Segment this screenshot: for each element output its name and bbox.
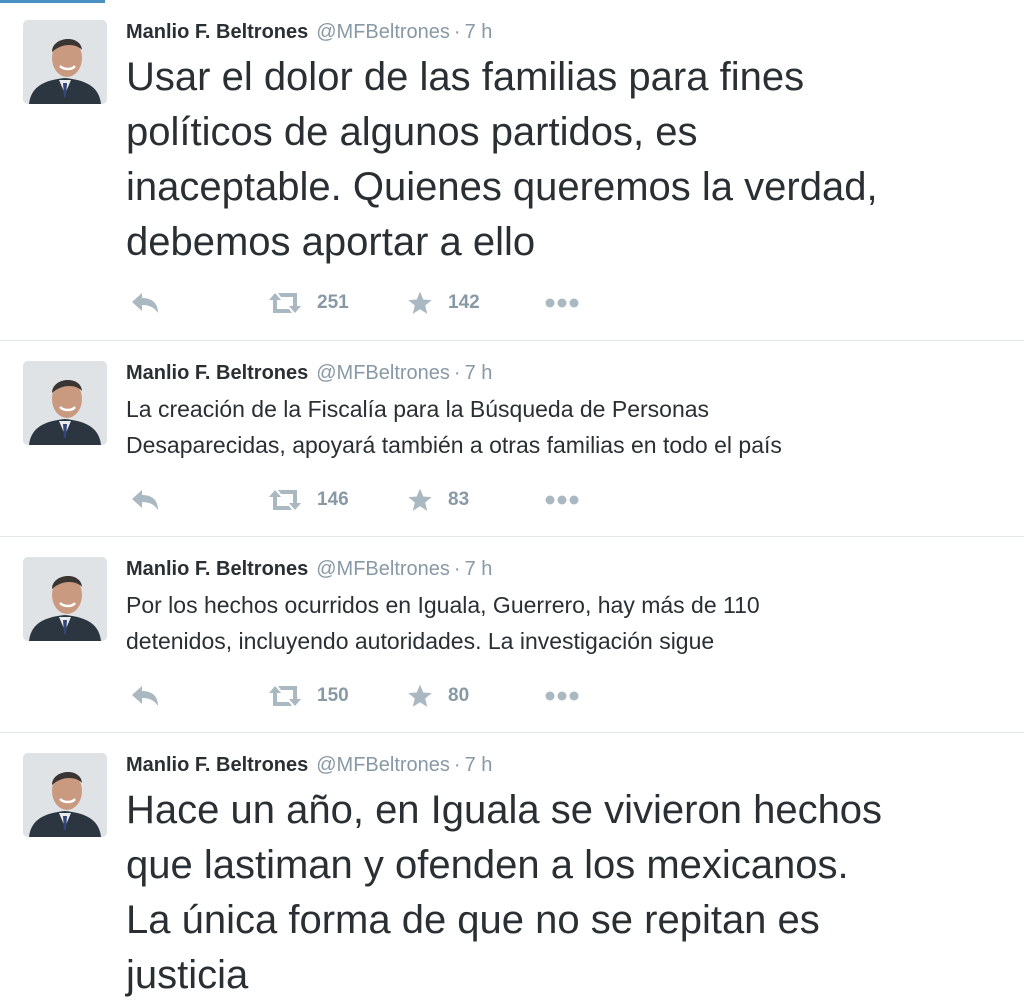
author-name[interactable]: Manlio F. Beltrones xyxy=(126,21,308,43)
retweet-count: 146 xyxy=(317,489,349,510)
tweet[interactable]: Manlio F. Beltrones @MFBeltrones · 7 h Por … xyxy=(0,537,1024,733)
tweet-text-line: La creación de la Fiscalía para la Búsqu… xyxy=(126,396,710,422)
reply-icon xyxy=(132,293,158,313)
meta-separator: · xyxy=(453,558,461,580)
tweet-text-line: Por los hechos ocurridos en Iguala, Guer… xyxy=(126,592,760,618)
star-icon xyxy=(408,684,432,707)
tweet-header: Manlio F. Beltrones @MFBeltrones · 7 h xyxy=(126,19,492,45)
star-icon xyxy=(408,291,432,314)
tweet[interactable]: Manlio F. Beltrones @MFBeltrones · 7 h Usar… xyxy=(0,0,1024,341)
star-icon xyxy=(408,488,432,511)
tweet-text-line: La única forma de que no se repitan es xyxy=(126,898,820,942)
tweet-text: Usar el dolor de las familias para fines… xyxy=(126,50,878,270)
tweet-text-line: inaceptable. Quienes queremos la verdad, xyxy=(126,165,878,209)
tweet[interactable]: Manlio F. Beltrones @MFBeltrones · 7 h La c… xyxy=(0,341,1024,537)
timestamp[interactable]: 7 h xyxy=(465,754,493,776)
favorite-count: 83 xyxy=(448,489,470,510)
avatar-photo xyxy=(23,753,107,837)
more-button[interactable] xyxy=(544,681,580,711)
tweet-text-line: debemos aportar a ello xyxy=(126,220,536,264)
reply-icon xyxy=(132,686,158,706)
timestamp[interactable]: 7 h xyxy=(465,21,493,43)
tweet-header: Manlio F. Beltrones @MFBeltrones · 7 h xyxy=(126,360,492,386)
tweet-header: Manlio F. Beltrones @MFBeltrones · 7 h xyxy=(126,556,492,582)
avatar-photo xyxy=(23,557,107,641)
favorite-button[interactable]: 83 xyxy=(406,485,469,515)
reply-button[interactable] xyxy=(130,288,160,318)
tweet-actions: 146 83 xyxy=(126,485,606,515)
tweet-header: Manlio F. Beltrones @MFBeltrones · 7 h xyxy=(126,752,492,778)
retweet-count: 150 xyxy=(317,685,349,706)
retweet-button[interactable]: 150 xyxy=(267,681,349,711)
favorite-button[interactable]: 80 xyxy=(406,681,469,711)
meta-separator: · xyxy=(453,21,461,43)
reply-button[interactable] xyxy=(130,485,160,515)
timestamp[interactable]: 7 h xyxy=(465,362,493,384)
tweet-actions: 150 80 xyxy=(126,681,606,711)
timestamp[interactable]: 7 h xyxy=(465,558,493,580)
author-handle[interactable]: @MFBeltrones xyxy=(316,362,450,384)
tweet-text: La creación de la Fiscalía para la Búsqu… xyxy=(126,391,782,463)
retweet-button[interactable]: 146 xyxy=(267,485,349,515)
tweet-text: Hace un año, en Iguala se vivieron hecho… xyxy=(126,783,882,1003)
author-name[interactable]: Manlio F. Beltrones xyxy=(126,754,308,776)
author-name[interactable]: Manlio F. Beltrones xyxy=(126,558,308,580)
more-button[interactable] xyxy=(544,485,580,515)
meta-separator: · xyxy=(453,362,461,384)
meta-separator: · xyxy=(453,754,461,776)
tweet-text-line: Desaparecidas, apoyará también a otras f… xyxy=(126,432,782,458)
retweet-icon xyxy=(269,490,301,510)
retweet-icon xyxy=(269,686,301,706)
avatar[interactable] xyxy=(23,20,107,104)
retweet-count: 251 xyxy=(317,292,349,313)
retweet-button[interactable]: 251 xyxy=(267,288,349,318)
tweet-text: Por los hechos ocurridos en Iguala, Guer… xyxy=(126,587,760,659)
author-handle[interactable]: @MFBeltrones xyxy=(316,558,450,580)
tweet-text-line: Hace un año, en Iguala se vivieron hecho… xyxy=(126,788,883,832)
tweet-text-line: políticos de algunos partidos, es xyxy=(126,110,698,154)
tweet-text-line: justicia xyxy=(126,953,249,997)
avatar-photo xyxy=(23,20,107,104)
avatar[interactable] xyxy=(23,361,107,445)
tweet-actions: 251 142 xyxy=(126,288,606,318)
more-icon xyxy=(545,495,579,505)
retweet-icon xyxy=(269,293,301,313)
avatar[interactable] xyxy=(23,753,107,837)
more-icon xyxy=(545,691,579,701)
avatar-photo xyxy=(23,361,107,445)
tweet-text-line: que lastiman y ofenden a los mexicanos. xyxy=(126,843,849,887)
author-handle[interactable]: @MFBeltrones xyxy=(316,754,450,776)
author-name[interactable]: Manlio F. Beltrones xyxy=(126,362,308,384)
avatar[interactable] xyxy=(23,557,107,641)
favorite-count: 80 xyxy=(448,685,470,706)
favorite-count: 142 xyxy=(448,292,480,313)
tweet-text-line: Usar el dolor de las familias para fines xyxy=(126,55,805,99)
tweet[interactable]: Manlio F. Beltrones @MFBeltrones · 7 h Hace… xyxy=(0,733,1024,1007)
reply-icon xyxy=(132,490,158,510)
reply-button[interactable] xyxy=(130,681,160,711)
tweet-text-line: detenidos, incluyendo autoridades. La in… xyxy=(126,628,715,654)
favorite-button[interactable]: 142 xyxy=(406,288,480,318)
more-button[interactable] xyxy=(544,288,580,318)
more-icon xyxy=(545,298,579,308)
author-handle[interactable]: @MFBeltrones xyxy=(316,21,450,43)
